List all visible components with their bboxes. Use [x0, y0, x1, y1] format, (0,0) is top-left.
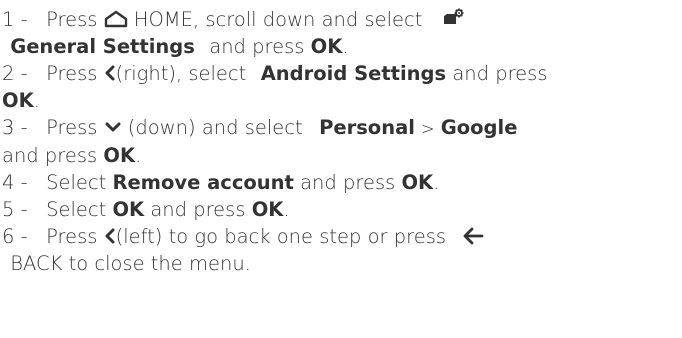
chevron-left-icon: [104, 228, 116, 244]
chevron-down-icon: [104, 120, 122, 134]
step-text: Select: [46, 198, 107, 221]
step-number: 2 -: [2, 62, 28, 85]
punctuation: .: [33, 89, 40, 112]
step-1-line-2: General Settings and press OK.: [2, 33, 682, 60]
step-number: 6 -: [2, 225, 28, 248]
step-6-line-2: BACK to close the menu.: [2, 250, 682, 277]
step-text: and press: [2, 144, 98, 167]
menu-item-name: Google: [440, 116, 518, 139]
step-text: BACK to close the menu.: [10, 252, 251, 275]
punctuation: .: [433, 171, 440, 194]
menu-item-name: General Settings: [10, 35, 195, 58]
step-text: and press: [209, 35, 305, 58]
step-5-line-1: 5 - Select OK and press OK.: [2, 196, 682, 223]
step-text: Select: [46, 171, 107, 194]
punctuation: .: [135, 144, 142, 167]
separator: >: [421, 119, 435, 138]
step-text: (down) and select: [127, 116, 303, 139]
key-name: OK: [112, 198, 145, 221]
punctuation: .: [283, 198, 290, 221]
step-2-line-1: 2 - Press (right), select Android Settin…: [2, 60, 682, 87]
key-name: OK: [251, 198, 284, 221]
chevron-left-icon: [104, 65, 116, 81]
step-text: Press: [46, 116, 98, 139]
instructions: 1 - Press HOME, scroll down and select G…: [0, 0, 682, 338]
home-icon: [104, 10, 128, 28]
step-number: 3 -: [2, 116, 28, 139]
step-number: 4 -: [2, 171, 28, 194]
step-text: (right), select: [115, 62, 247, 85]
key-name: OK: [103, 144, 136, 167]
step-number: 5 -: [2, 198, 28, 221]
punctuation: .: [342, 35, 349, 58]
menu-item-name: Remove account: [112, 171, 294, 194]
key-name: OK: [310, 35, 343, 58]
step-3-line-1: 3 - Press (down) and select Personal > G…: [2, 114, 682, 142]
step-4-line-1: 4 - Select Remove account and press OK.: [2, 169, 682, 196]
menu-item-name: Android Settings: [260, 62, 447, 85]
key-name: OK: [2, 89, 34, 112]
step-number: 1 -: [2, 8, 28, 31]
step-text: (left) to go back one step or press: [115, 225, 447, 248]
step-text: HOME, scroll down and select: [133, 8, 423, 31]
step-text: Press: [46, 8, 98, 31]
menu-item-name: Personal: [319, 116, 415, 139]
step-text: Press: [46, 62, 98, 85]
step-3-line-2: and press OK.: [2, 142, 682, 169]
step-text: and press: [300, 171, 396, 194]
back-arrow-icon: [462, 227, 484, 245]
step-6-line-1: 6 - Press (left) to go back one step or …: [2, 223, 682, 250]
step-1-line-1: 1 - Press HOME, scroll down and select: [2, 6, 682, 33]
key-name: OK: [401, 171, 434, 194]
step-text: Press: [46, 225, 98, 248]
step-text: and press: [452, 62, 548, 85]
step-2-line-2: OK.: [2, 87, 682, 114]
step-text: and press: [150, 198, 246, 221]
settings-icon: [443, 8, 465, 26]
